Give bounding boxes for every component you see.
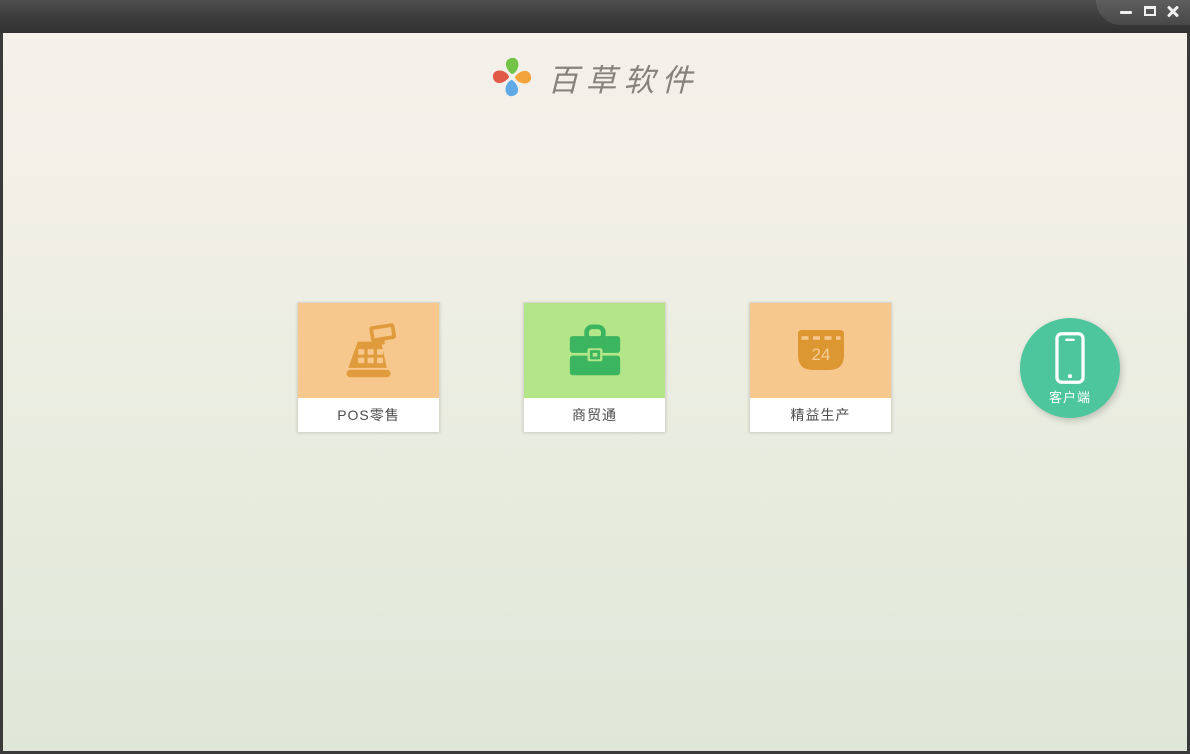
titlebar (0, 0, 1190, 33)
product-card-pos-art (298, 303, 439, 398)
product-label: 精益生产 (750, 398, 891, 432)
close-button[interactable] (1165, 3, 1181, 19)
product-card-lean[interactable]: 24 精益生产 (749, 302, 892, 432)
product-label: POS零售 (298, 398, 439, 432)
product-card-lean-art: 24 (750, 303, 891, 398)
briefcase-icon (569, 323, 620, 375)
maximize-button[interactable] (1142, 3, 1158, 19)
main-content: 百草软件 POS零售 商贸通 24 精益生产 客户端 (3, 33, 1187, 751)
minimize-button[interactable] (1118, 3, 1134, 19)
client-button[interactable]: 客户端 (1020, 318, 1120, 418)
app-window: 百草软件 POS零售 商贸通 24 精益生产 客户端 (0, 0, 1190, 754)
brand-header: 百草软件 (3, 52, 1187, 102)
product-card-trade-art (524, 303, 665, 398)
calendar-day-number: 24 (811, 345, 830, 364)
smartphone-icon (1055, 331, 1085, 384)
client-button-label: 客户端 (1048, 389, 1091, 405)
minimize-icon (1120, 11, 1132, 14)
product-label: 商贸通 (524, 398, 665, 432)
product-card-trade[interactable]: 商贸通 (523, 302, 666, 432)
maximize-icon (1144, 6, 1156, 16)
calendar-icon: 24 (797, 329, 844, 370)
app-title: 百草软件 (547, 62, 700, 99)
pinwheel-logo-icon (492, 57, 531, 97)
cash-register-icon (346, 322, 396, 377)
product-card-pos[interactable]: POS零售 (297, 302, 440, 432)
